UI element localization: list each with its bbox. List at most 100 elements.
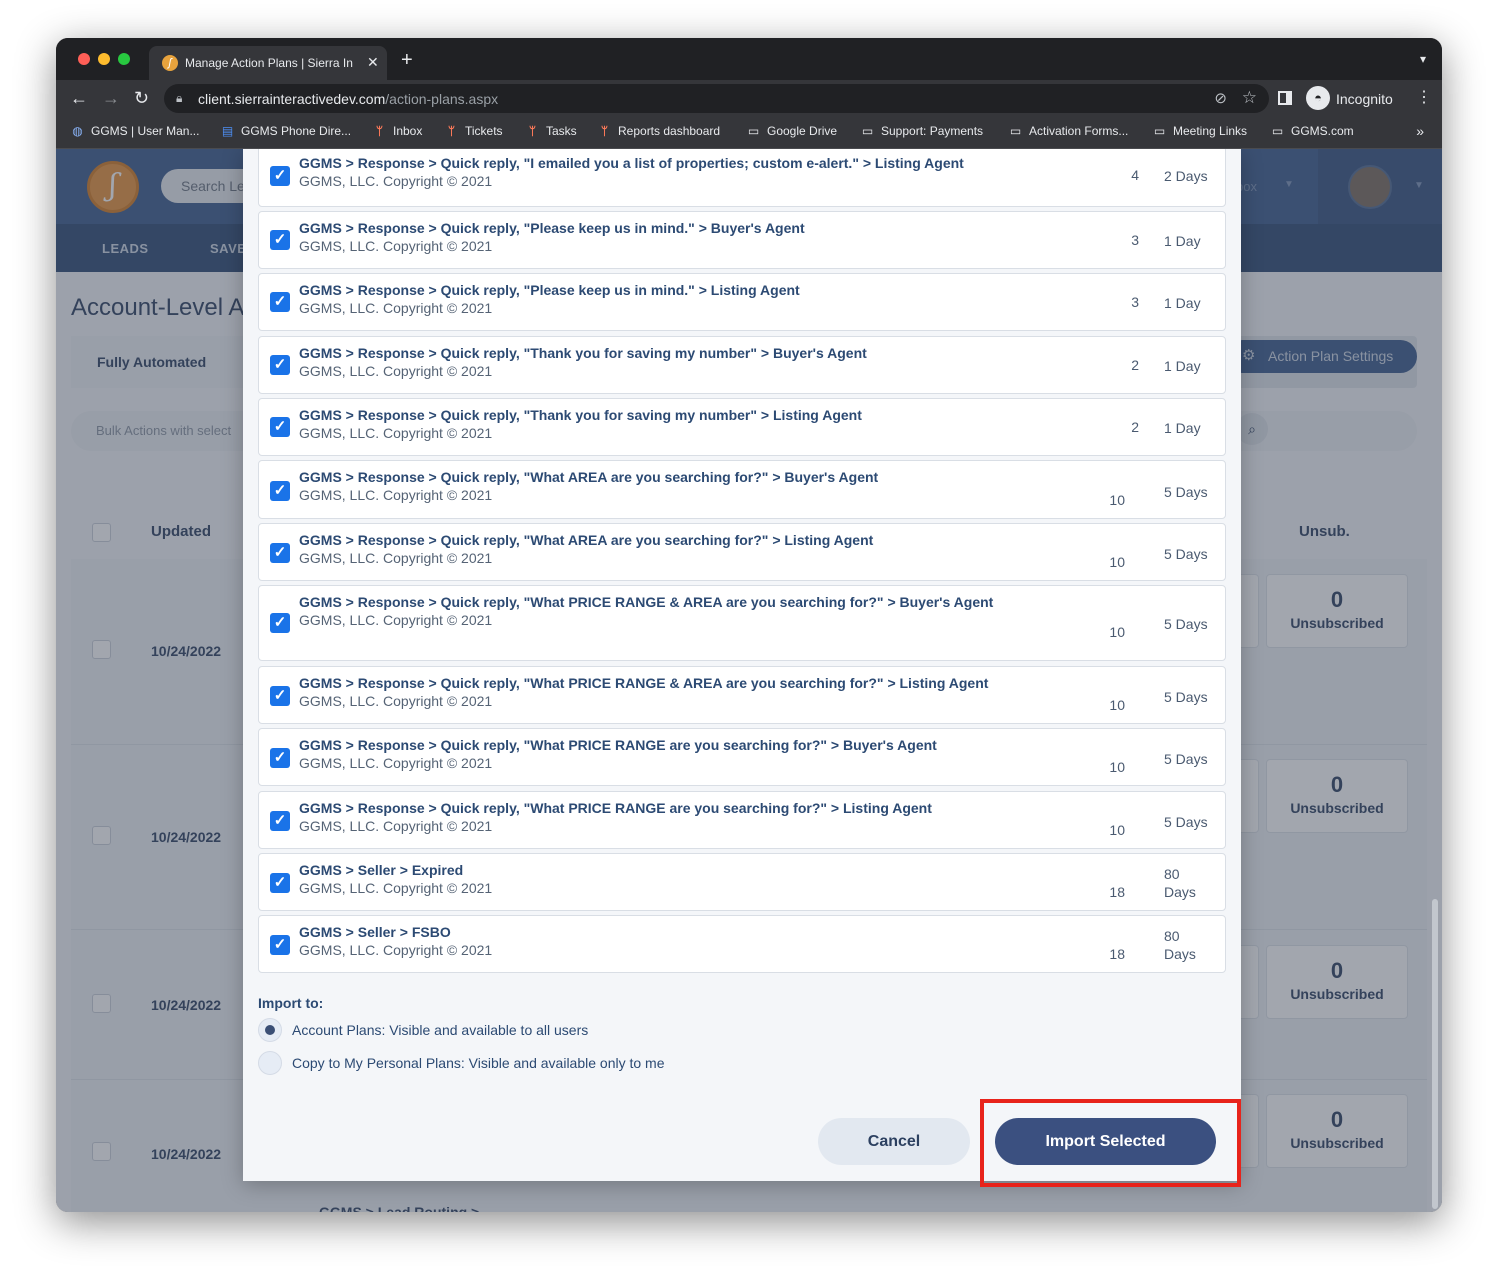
back-arrow-icon[interactable]: ← [70, 88, 88, 108]
plan-days: 5 Days [1164, 751, 1208, 767]
minimize-window-button[interactable] [98, 53, 110, 65]
list-item: ✓ GGMS > Response > Quick reply, "Please… [258, 273, 1226, 331]
url-path: /action-plans.aspx [385, 91, 499, 107]
tracking-blocked-icon[interactable]: ⊘ [1214, 89, 1227, 107]
bookmark-item[interactable]: ᛘ Inbox [372, 124, 422, 138]
checkbox-checked-icon[interactable]: ✓ [270, 935, 290, 955]
forward-arrow-icon[interactable]: → [102, 88, 120, 108]
folder-icon: ▭ [861, 124, 874, 138]
reload-icon[interactable]: ↻ [134, 88, 149, 108]
new-tab-button[interactable]: + [401, 50, 413, 70]
plan-steps: 2 [1131, 357, 1139, 373]
hubspot-icon: ᛘ [447, 124, 456, 138]
zoom-window-button[interactable] [118, 53, 130, 65]
bookmarks-bar: ◍ GGMS | User Man... ▤ GGMS Phone Dire... … [56, 117, 1442, 149]
checkbox-checked-icon[interactable]: ✓ [270, 417, 290, 437]
plan-days: 5 Days [1164, 484, 1208, 500]
plan-copyright: GGMS, LLC. Copyright © 2021 [299, 880, 493, 896]
plan-days: 80 Days [1164, 928, 1196, 962]
plan-name: GGMS > Response > Quick reply, "I emaile… [299, 155, 964, 171]
browser-window: ʃ Manage Action Plans | Sierra In ✕ + ▾ … [56, 38, 1442, 1212]
close-window-button[interactable] [78, 53, 90, 65]
radio-label-personal-plans[interactable]: Copy to My Personal Plans: Visible and a… [292, 1055, 665, 1071]
plan-steps: 3 [1131, 294, 1139, 310]
bookmark-item[interactable]: ▭ Support: Payments [860, 124, 983, 138]
checkbox-checked-icon[interactable]: ✓ [270, 292, 290, 312]
bookmark-item[interactable]: ▭ Meeting Links [1152, 124, 1247, 138]
address-bar[interactable]: 🔒︎ client.sierrainteractivedev.com/actio… [164, 84, 1269, 113]
plan-copyright: GGMS, LLC. Copyright © 2021 [299, 818, 493, 834]
bookmark-item[interactable]: ▭ Activation Forms... [1008, 124, 1129, 138]
plan-days: 5 Days [1164, 814, 1208, 830]
radio-label-account-plans[interactable]: Account Plans: Visible and available to … [292, 1022, 588, 1038]
browser-toolbar: ← → ↻ 🔒︎ client.sierrainteractivedev.com… [56, 80, 1442, 117]
plan-steps: 18 [1109, 884, 1125, 900]
lock-icon: 🔒︎ [176, 91, 183, 105]
tab-bar: ʃ Manage Action Plans | Sierra In ✕ + ▾ [56, 38, 1442, 80]
bookmark-item[interactable]: ▤ GGMS Phone Dire... [220, 124, 351, 138]
plan-name: GGMS > Response > Quick reply, "Thank yo… [299, 345, 867, 361]
browser-tab[interactable]: ʃ Manage Action Plans | Sierra In ✕ [149, 46, 387, 80]
bookmark-item[interactable]: ᛘ Tasks [525, 124, 577, 138]
page-scrollbar[interactable] [1432, 899, 1438, 1209]
checkbox-checked-icon[interactable]: ✓ [270, 873, 290, 893]
hubspot-icon: ᛘ [375, 124, 384, 138]
import-to-label: Import to: [258, 995, 324, 1011]
plan-days: 5 Days [1164, 546, 1208, 562]
bookmark-star-icon[interactable]: ☆ [1242, 88, 1257, 108]
list-item: ✓ GGMS > Response > Quick reply, "What P… [258, 585, 1226, 661]
incognito-icon: ◓ [1306, 86, 1330, 110]
checkbox-checked-icon[interactable]: ✓ [270, 230, 290, 250]
bookmark-item[interactable]: ᛘ Reports dashboard [597, 124, 720, 138]
radio-account-plans[interactable] [258, 1018, 282, 1042]
plan-steps: 10 [1109, 697, 1125, 713]
plan-copyright: GGMS, LLC. Copyright © 2021 [299, 755, 493, 771]
annotation-highlight-box [980, 1099, 1241, 1187]
plan-name: GGMS > Response > Quick reply, "What PRI… [299, 675, 989, 691]
plan-name: GGMS > Response > Quick reply, "Please k… [299, 282, 800, 298]
checkbox-checked-icon[interactable]: ✓ [270, 166, 290, 186]
side-panel-icon[interactable] [1278, 91, 1292, 105]
checkbox-checked-icon[interactable]: ✓ [270, 811, 290, 831]
tab-close-icon[interactable]: ✕ [367, 54, 379, 71]
bookmarks-overflow-icon[interactable]: » [1416, 123, 1424, 139]
plan-days: 1 Day [1164, 233, 1201, 249]
folder-icon: ▭ [1153, 124, 1166, 138]
plan-copyright: GGMS, LLC. Copyright © 2021 [299, 363, 493, 379]
plan-copyright: GGMS, LLC. Copyright © 2021 [299, 487, 493, 503]
bookmark-item[interactable]: ᛘ Tickets [444, 124, 503, 138]
plan-name: GGMS > Seller > Expired [299, 862, 464, 878]
plan-steps: 10 [1109, 759, 1125, 775]
plan-name: GGMS > Response > Quick reply, "Please k… [299, 220, 805, 236]
bookmark-item[interactable]: ▭ GGMS.com [1270, 124, 1354, 138]
list-item: ✓ GGMS > Seller > FSBO GGMS, LLC. Copyrig… [258, 915, 1226, 973]
tab-search-chevron-icon[interactable]: ▾ [1420, 52, 1426, 66]
import-action-plans-modal: ✓ GGMS > Response > Quick reply, "I emai… [243, 149, 1241, 1181]
radio-personal-plans[interactable] [258, 1051, 282, 1075]
plan-steps: 10 [1109, 822, 1125, 838]
plan-days: 5 Days [1164, 689, 1208, 705]
checkbox-checked-icon[interactable]: ✓ [270, 748, 290, 768]
list-item: ✓ GGMS > Seller > Expired GGMS, LLC. Copy… [258, 853, 1226, 911]
checkbox-checked-icon[interactable]: ✓ [270, 543, 290, 563]
hubspot-icon: ᛘ [528, 124, 537, 138]
plan-days: 2 Days [1164, 168, 1208, 184]
checkbox-checked-icon[interactable]: ✓ [270, 355, 290, 375]
checkbox-checked-icon[interactable]: ✓ [270, 613, 290, 633]
folder-icon: ▭ [1271, 124, 1284, 138]
checkbox-checked-icon[interactable]: ✓ [270, 481, 290, 501]
bookmark-item[interactable]: ▭ Google Drive [746, 124, 837, 138]
browser-menu-icon[interactable]: ⋮ [1416, 88, 1432, 108]
page-content: ʃ Search Le box ▼ ▼ LEADS SAVE Account-L… [56, 149, 1442, 1212]
cancel-button[interactable]: Cancel [818, 1118, 970, 1165]
folder-icon: ▭ [1009, 124, 1022, 138]
plan-name: GGMS > Response > Quick reply, "What PRI… [299, 594, 994, 610]
list-item: ✓ GGMS > Response > Quick reply, "I emai… [258, 149, 1226, 207]
plan-steps: 3 [1131, 232, 1139, 248]
plan-name: GGMS > Response > Quick reply, "What ARE… [299, 469, 879, 485]
plan-days: 1 Day [1164, 420, 1201, 436]
bookmark-item[interactable]: ◍ GGMS | User Man... [70, 124, 199, 138]
checkbox-checked-icon[interactable]: ✓ [270, 686, 290, 706]
plan-copyright: GGMS, LLC. Copyright © 2021 [299, 425, 493, 441]
plan-steps: 10 [1109, 624, 1125, 640]
